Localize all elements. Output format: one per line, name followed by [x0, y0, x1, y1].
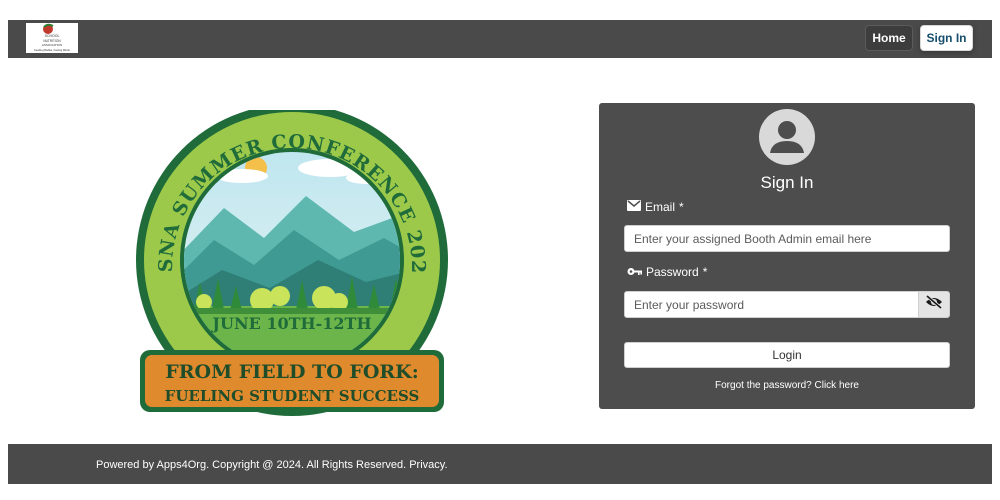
password-required-mark: *: [702, 265, 708, 279]
sign-in-button[interactable]: Sign In: [920, 25, 973, 51]
email-label: Email *: [627, 200, 684, 214]
password-input[interactable]: [624, 291, 920, 318]
envelope-icon: [627, 200, 641, 214]
svg-text:ASSOCIATION: ASSOCIATION: [42, 43, 62, 47]
email-required-mark: *: [679, 200, 684, 214]
home-button[interactable]: Home: [865, 25, 913, 51]
email-label-text: Email: [645, 200, 676, 214]
top-navbar: SCHOOL NUTRITION ASSOCIATION Feeding Bod…: [8, 20, 992, 58]
conference-badge: CSNA SUMMER CONFERENCE 2025 JUNE 10TH-12…: [126, 93, 450, 426]
sign-in-panel: Sign In Email* Password*: [599, 103, 975, 409]
school-nutrition-logo[interactable]: SCHOOL NUTRITION ASSOCIATION Feeding Bod…: [26, 23, 78, 53]
login-button[interactable]: Login: [624, 342, 950, 368]
badge-dates: JUNE 10TH-12TH: [210, 314, 371, 333]
password-label-text: Password: [646, 265, 699, 279]
page-footer: Powered by Apps4Org. Copyright @ 2024. A…: [8, 444, 992, 484]
key-icon: [627, 265, 642, 279]
badge-banner-line1: FROM FIELD TO FORK:: [165, 361, 418, 383]
badge-banner-line2: FUELING STUDENT SUCCESS: [165, 387, 420, 405]
forgot-password-link[interactable]: Forgot the password? Click here: [599, 380, 975, 391]
email-input[interactable]: [624, 225, 950, 252]
svg-text:Feeding Bodies, Fueling Minds: Feeding Bodies, Fueling Minds: [34, 48, 70, 52]
toggle-password-visibility-button[interactable]: [918, 291, 950, 318]
password-label: Password *: [627, 265, 707, 279]
sign-in-title: Sign In: [760, 173, 814, 192]
eye-slash-icon: [925, 294, 943, 314]
svg-text:SCHOOL: SCHOOL: [45, 34, 60, 38]
user-avatar-icon: [759, 109, 815, 165]
footer-copyright: Powered by Apps4Org. Copyright @ 2024. A…: [96, 459, 448, 471]
